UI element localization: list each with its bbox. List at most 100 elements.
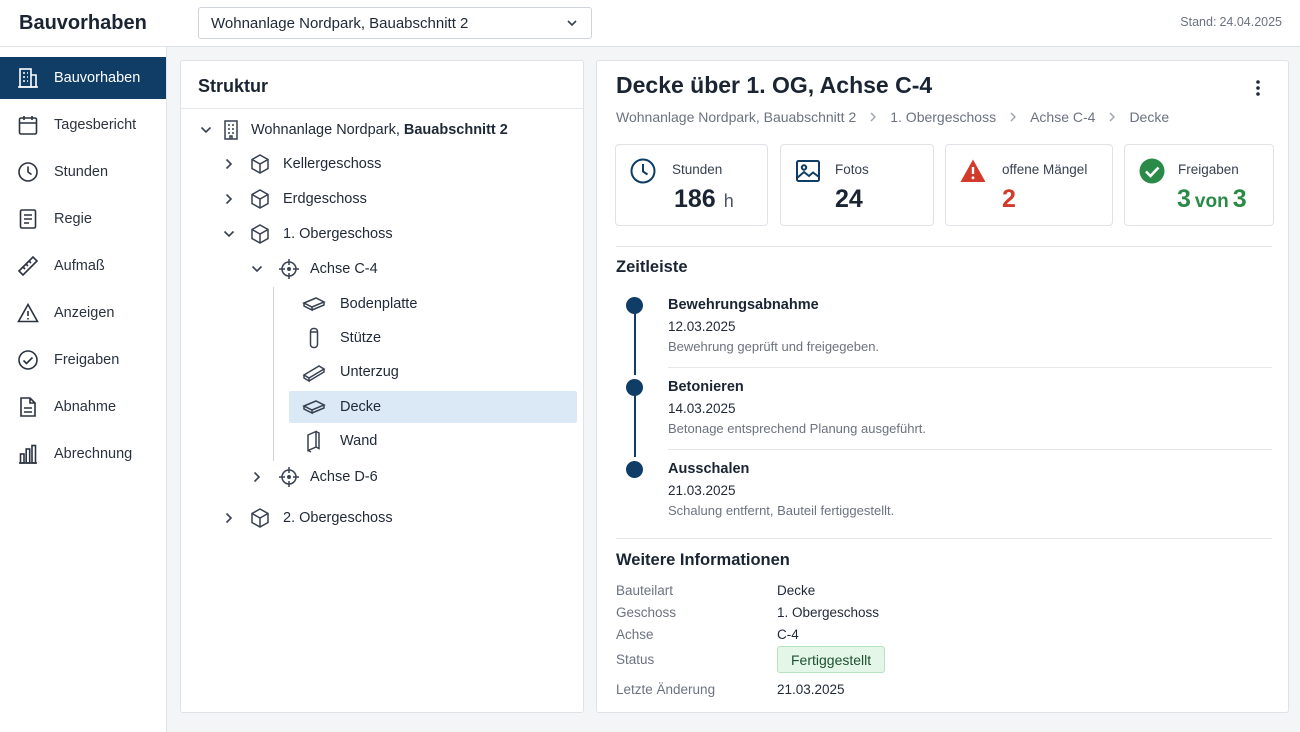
kpi-value: 24: [835, 185, 863, 213]
tree-node-root[interactable]: Wohnanlage Nordpark, Bauabschnitt 2: [181, 114, 508, 146]
timeline-event-date: 12.03.2025: [668, 319, 736, 334]
timeline-event-date: 14.03.2025: [668, 401, 736, 416]
info-label-achse: Achse: [616, 627, 654, 642]
app-title: Bauvorhaben: [19, 12, 147, 34]
sidebar-item-label: Regie: [54, 211, 92, 227]
info-label-aenderung: Letzte Änderung: [616, 682, 716, 697]
breadcrumb: Wohnanlage Nordpark, Bauabschnitt 2 1. O…: [616, 109, 1169, 125]
kpi-card-stunden[interactable]: Stunden 186 h: [615, 144, 768, 226]
calendar-icon: [18, 116, 38, 135]
info-label-bauteilart: Bauteilart: [616, 583, 674, 598]
breadcrumb-item[interactable]: Wohnanlage Nordpark, Bauabschnitt 2: [616, 109, 856, 125]
tree-node-bodenplatte[interactable]: Bodenplatte: [181, 288, 417, 320]
kpi-label: Freigaben: [1178, 162, 1239, 177]
sidebar-item-tagesbericht[interactable]: Tagesbericht: [0, 104, 166, 146]
tree-node-stuetze[interactable]: Stütze: [181, 322, 381, 354]
warning-icon: [960, 159, 986, 182]
info-value-aenderung: 21.03.2025: [777, 682, 845, 697]
crosshair-icon: [279, 259, 299, 279]
kpi-von: von: [1194, 191, 1229, 212]
chevron-right-icon[interactable]: [222, 192, 236, 206]
sidebar-item-abrechnung[interactable]: Abrechnung: [0, 433, 166, 475]
sidebar-item-regie[interactable]: Regie: [0, 198, 166, 240]
image-icon: [796, 160, 820, 182]
sidebar-item-stunden[interactable]: Stunden: [0, 151, 166, 193]
chevron-down-icon[interactable]: [222, 227, 236, 241]
sidebar-item-label: Freigaben: [54, 352, 120, 368]
sidebar-item-label: Anzeigen: [54, 305, 115, 321]
stand-info: Stand: 24.04.2025: [1177, 15, 1282, 29]
breadcrumb-item[interactable]: 1. Obergeschoss: [890, 109, 996, 125]
tree-node-obergeschoss-1[interactable]: 1. Obergeschoss: [181, 218, 393, 250]
divider: [668, 367, 1272, 368]
kpi-card-maengel[interactable]: offene Mängel 2: [945, 144, 1113, 226]
structure-divider: [181, 108, 583, 109]
chevron-right-icon: [1109, 112, 1116, 122]
tree-node-unterzug[interactable]: Unterzug: [181, 356, 399, 388]
chevron-down-icon[interactable]: [250, 262, 264, 276]
breadcrumb-item-current: Decke: [1129, 109, 1170, 125]
file-icon: [20, 397, 36, 417]
breadcrumb-item[interactable]: Achse C-4: [1030, 109, 1095, 125]
tree-node-label: Wand: [340, 433, 378, 449]
tree-node-wand[interactable]: Wand: [181, 425, 377, 457]
info-value-achse: C-4: [777, 627, 799, 642]
tree-node-erdgeschoss[interactable]: Erdgeschoss: [181, 183, 367, 215]
timeline-title: Zeitleiste: [616, 258, 688, 276]
sidebar-item-bauvorhaben[interactable]: Bauvorhaben: [0, 57, 166, 99]
tree-root-bold: Bauabschnitt 2: [403, 122, 508, 138]
kpi-label: Fotos: [835, 162, 869, 177]
timeline-event-title: Bewehrungsabnahme: [668, 297, 819, 313]
chevron-down-icon[interactable]: [199, 123, 213, 137]
info-label-status: Status: [616, 652, 655, 667]
project-select-value: Wohnanlage Nordpark, Bauabschnitt 2: [211, 14, 469, 32]
sidebar-item-label: Bauvorhaben: [54, 70, 141, 86]
chevron-right-icon[interactable]: [222, 157, 236, 171]
slab-icon: [302, 400, 326, 415]
more-options-button[interactable]: [1248, 77, 1268, 99]
chevron-right-icon[interactable]: [250, 470, 264, 484]
sidebar-item-label: Abnahme: [54, 399, 117, 415]
tree-node-label: Achse D-6: [310, 469, 378, 485]
timeline-connector: [634, 307, 636, 375]
info-value-geschoss: 1. Obergeschoss: [777, 605, 880, 620]
info-label-geschoss: Geschoss: [616, 605, 677, 620]
sidebar-item-label: Abrechnung: [54, 446, 133, 462]
tree-root-name: Wohnanlage Nordpark,: [251, 122, 404, 138]
chevron-right-icon: [1010, 112, 1017, 122]
kpi-total: 3: [1232, 185, 1247, 213]
project-select[interactable]: Wohnanlage Nordpark, Bauabschnitt 2: [198, 7, 592, 39]
timeline-event-desc: Betonage entsprechend Planung ausgeführt…: [668, 421, 927, 436]
timeline-dot: [626, 461, 643, 478]
sidebar-item-abnahme[interactable]: Abnahme: [0, 386, 166, 428]
chevron-down-icon: [567, 20, 577, 27]
tree-node-label: Decke: [340, 399, 382, 415]
wall-icon: [307, 430, 320, 453]
top-bar: Bauvorhaben Wohnanlage Nordpark, Bauabsc…: [0, 0, 1300, 47]
tree-node-achse-d6[interactable]: Achse D-6: [181, 461, 378, 493]
sidebar-item-anzeigen[interactable]: Anzeigen: [0, 292, 166, 334]
tree-node-decke[interactable]: Decke: [181, 391, 381, 423]
divider: [668, 449, 1272, 450]
check-circle-icon: [1139, 158, 1165, 184]
sidebar-item-label: Tagesbericht: [54, 117, 137, 133]
kpi-unit: h: [723, 191, 734, 211]
timeline-event-date: 21.03.2025: [668, 483, 736, 498]
tree-node-label: 1. Obergeschoss: [283, 226, 393, 242]
tree-node-obergeschoss-2[interactable]: 2. Obergeschoss: [181, 502, 393, 534]
sidebar-item-label: Stunden: [54, 164, 109, 180]
chevron-right-icon[interactable]: [222, 511, 236, 525]
tree-node-kellergeschoss[interactable]: Kellergeschoss: [181, 148, 381, 180]
kpi-value: 186 h: [674, 185, 734, 214]
clock-icon: [18, 162, 38, 182]
timeline-dot: [626, 297, 643, 314]
beam-icon: [302, 365, 326, 383]
sidebar-item-aufmass[interactable]: Aufmaß: [0, 245, 166, 287]
kpi-card-fotos[interactable]: Fotos 24: [780, 144, 934, 226]
tree-node-label: Wohnanlage Nordpark, Bauabschnitt 2: [251, 122, 508, 138]
cube-icon: [251, 154, 269, 174]
kpi-card-freigaben[interactable]: Freigaben 3 von 3: [1124, 144, 1274, 226]
status-badge: Fertiggestellt: [777, 646, 886, 673]
tree-node-achse-c4[interactable]: Achse C-4: [181, 253, 378, 285]
sidebar-item-freigaben[interactable]: Freigaben: [0, 339, 166, 381]
